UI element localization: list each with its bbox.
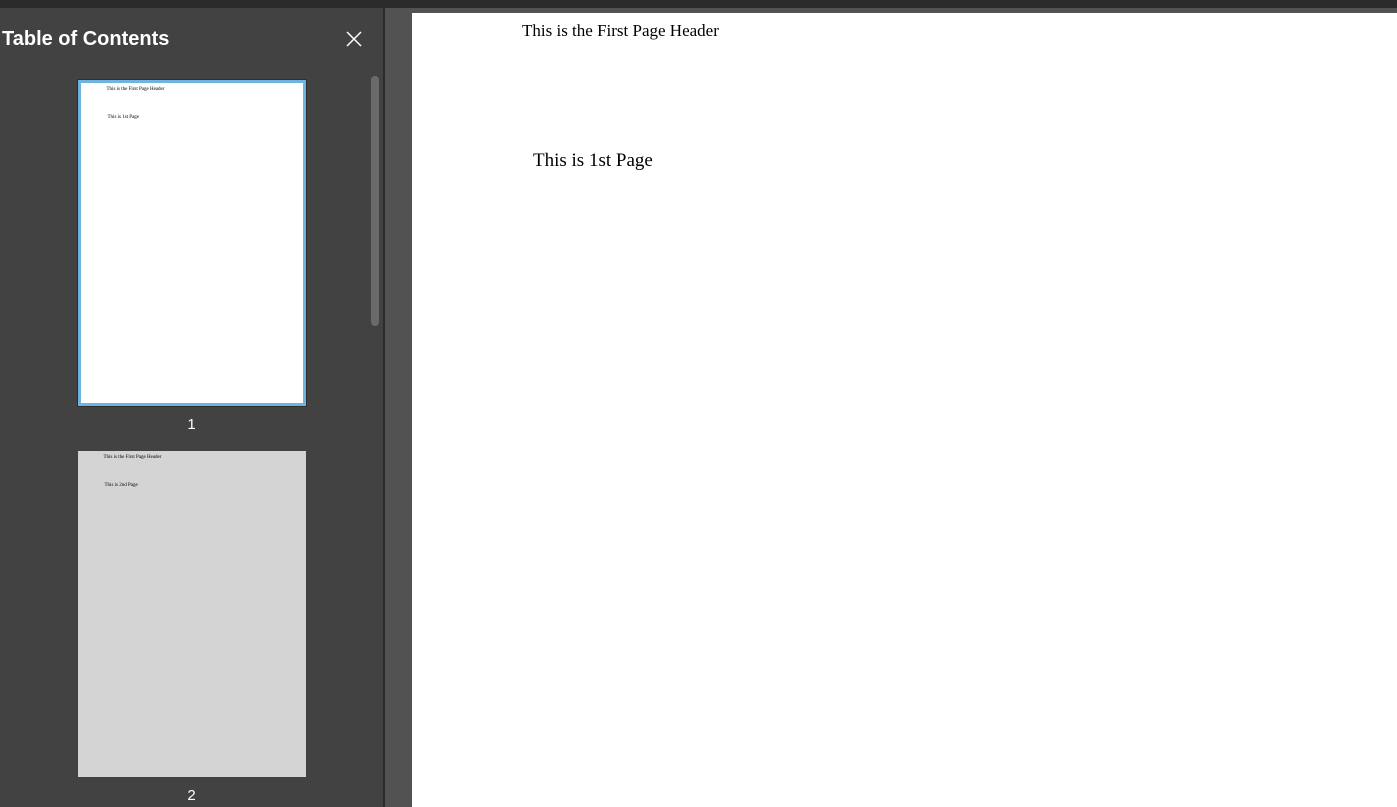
sidebar-header: Table of Contents — [0, 8, 383, 70]
close-icon — [345, 30, 363, 48]
thumbnail-header-text: This is the First Page Header — [104, 455, 162, 460]
page-body-text: This is 1st Page — [533, 150, 653, 172]
thumbnail-page-2[interactable]: This is the First Page Header This is 2n… — [78, 451, 306, 777]
thumbnail-page-number: 1 — [187, 416, 195, 433]
page-header-text: This is the First Page Header — [522, 21, 719, 41]
thumbnail-body-text: This is 1st Page — [108, 115, 140, 120]
close-sidebar-button[interactable] — [339, 24, 369, 54]
thumbnail-header-text: This is the First Page Header — [107, 87, 165, 92]
sidebar-panel: Table of Contents This is the First Page… — [0, 8, 383, 807]
top-bar — [0, 0, 1397, 8]
sidebar-title: Table of Contents — [2, 28, 169, 51]
document-page: This is the First Page Header This is 1s… — [412, 13, 1397, 807]
thumbnail-page-1[interactable]: This is the First Page Header This is 1s… — [78, 80, 306, 406]
main-container: Table of Contents This is the First Page… — [0, 8, 1397, 807]
document-viewer[interactable]: This is the First Page Header This is 1s… — [385, 8, 1397, 807]
sidebar-scrollbar[interactable] — [371, 76, 379, 326]
thumbnails-container: This is the First Page Header This is 1s… — [0, 70, 383, 807]
thumbnail-body-text: This is 2nd Page — [105, 483, 138, 488]
thumbnail-item: This is the First Page Header This is 1s… — [0, 80, 383, 433]
thumbnail-item: This is the First Page Header This is 2n… — [0, 451, 383, 804]
thumbnail-page-number: 2 — [187, 787, 195, 804]
